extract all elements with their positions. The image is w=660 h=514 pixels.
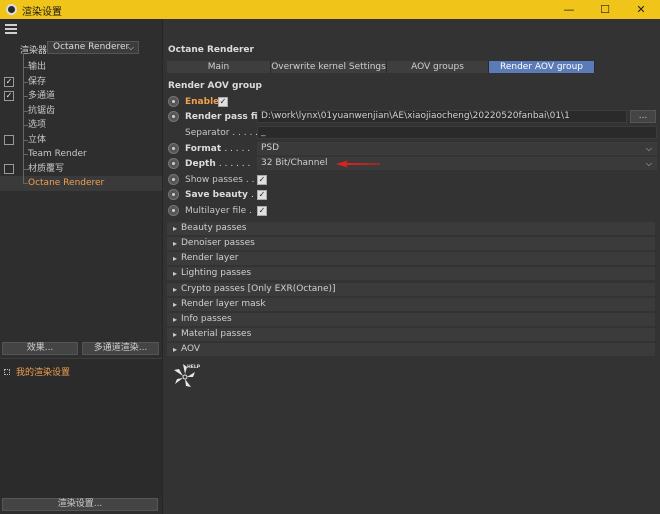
animate-radio-icon[interactable]	[168, 205, 179, 216]
preset-label: 我的渲染设置	[16, 368, 71, 378]
format-label: Format . . . . .	[185, 144, 251, 154]
group-info-passes[interactable]: Info passes	[167, 313, 655, 326]
tree-item-label: 保存	[22, 67, 47, 87]
render-settings-button[interactable]: 渲染设置...	[2, 498, 158, 511]
browse-button[interactable]: ...	[630, 110, 656, 123]
section-title: Render AOV group	[168, 81, 262, 91]
tab-aov-groups[interactable]: AOV groups	[387, 61, 489, 73]
group-beauty-passes[interactable]: Beauty passes	[167, 222, 655, 235]
tree-item-label: 抗锯齿	[22, 96, 56, 116]
depth-label: Depth . . . . . .	[185, 159, 251, 169]
group-lighting-passes[interactable]: Lighting passes	[167, 267, 655, 280]
chevron-down-icon: ⌵	[645, 159, 652, 168]
multipass-checkbox[interactable]: ✓	[4, 91, 14, 101]
separator-row: Separator . . . . . _	[168, 126, 658, 140]
render-pass-file-label: Render pass file	[185, 112, 267, 122]
preset-list: 我的渲染设置	[0, 358, 162, 498]
format-select[interactable]: PSD ⌵	[257, 142, 657, 155]
preset-icon	[4, 369, 10, 375]
tree-item-label: 立体	[22, 125, 47, 145]
effects-button[interactable]: 效果...	[2, 342, 78, 355]
right-panel: Octane Renderer Main Overwrite kernel Se…	[162, 19, 660, 514]
left-panel: 渲染器 Octane Renderer ⌵ 输出 ✓ 保存 ✓ 多通道 抗锯齿 …	[0, 19, 162, 514]
octane-help-logo-icon: HELP	[174, 364, 201, 387]
tree-item-label: Octane Renderer	[22, 169, 105, 188]
multipass-render-button[interactable]: 多通道渲染...	[82, 342, 159, 355]
tab-bar: Main Overwrite kernel Settings AOV group…	[167, 61, 655, 73]
render-pass-file-row: Render pass file D:\work\lynx\01yuanwenj…	[168, 110, 658, 124]
multilayer-file-checkbox[interactable]: ✓	[257, 206, 267, 216]
group-render-layer-mask[interactable]: Render layer mask	[167, 298, 655, 311]
chevron-down-icon: ⌵	[645, 144, 652, 153]
group-crypto-passes[interactable]: Crypto passes [Only EXR(Octane)]	[167, 283, 655, 296]
animate-radio-icon[interactable]	[168, 111, 179, 122]
animate-radio-icon[interactable]	[168, 143, 179, 154]
multilayer-file-label: Multilayer file .	[185, 206, 252, 216]
animate-radio-icon[interactable]	[168, 189, 179, 200]
animate-radio-icon[interactable]	[168, 96, 179, 107]
window-title: 渲染设置	[22, 7, 62, 18]
tree-item-label: 输出	[22, 53, 47, 72]
group-material-passes[interactable]: Material passes	[167, 328, 655, 341]
menu-icon[interactable]	[5, 24, 17, 34]
renderer-value: Octane Renderer	[53, 42, 130, 52]
maximize-button[interactable]: ☐	[588, 0, 622, 19]
tree-item-label: Team Render	[23, 140, 87, 159]
depth-row: Depth . . . . . . 32 Bit/Channel ⌵	[168, 157, 658, 171]
tree-item-label: 材质覆写	[22, 154, 65, 174]
show-passes-row: Show passes . . ✓	[168, 173, 658, 187]
separator-label: Separator . . . . .	[185, 128, 259, 138]
depth-value: 32 Bit/Channel	[261, 158, 328, 168]
tree-item-octane-renderer[interactable]: Octane Renderer	[0, 169, 162, 191]
animate-radio-icon[interactable]	[168, 158, 179, 169]
renderer-select[interactable]: Octane Renderer ⌵	[47, 41, 139, 54]
animate-radio-icon[interactable]	[168, 174, 179, 185]
title-bar: 渲染设置 — ☐ ✕	[0, 0, 660, 19]
tab-main[interactable]: Main	[167, 61, 271, 73]
show-passes-checkbox[interactable]: ✓	[257, 175, 267, 185]
stereo-checkbox[interactable]	[4, 134, 14, 145]
save-beauty-row: Save beauty . . ✓	[168, 188, 658, 202]
panel-title: Octane Renderer	[168, 45, 254, 55]
enable-row: Enable ✓	[168, 95, 658, 109]
help-icon[interactable]: HELP	[171, 362, 201, 392]
tree-item-label: 选项	[22, 111, 47, 130]
tab-overwrite-kernel-settings[interactable]: Overwrite kernel Settings	[271, 61, 387, 73]
enable-label: Enable	[185, 97, 220, 107]
show-passes-label: Show passes . .	[185, 175, 255, 185]
close-button[interactable]: ✕	[624, 0, 658, 19]
enable-checkbox[interactable]: ✓	[218, 97, 228, 107]
render-pass-file-input[interactable]: D:\work\lynx\01yuanwenjian\AE\xiaojiaoch…	[257, 110, 627, 123]
red-arrow-icon	[336, 160, 380, 168]
tab-render-aov-group[interactable]: Render AOV group	[489, 61, 595, 73]
minimize-button[interactable]: —	[552, 0, 586, 19]
multilayer-file-row: Multilayer file . ✓	[168, 204, 658, 218]
save-checkbox[interactable]: ✓	[4, 76, 14, 87]
group-denoiser-passes[interactable]: Denoiser passes	[167, 237, 655, 250]
material-override-checkbox[interactable]	[4, 163, 14, 174]
preset-item[interactable]: 我的渲染设置	[4, 365, 70, 378]
format-value: PSD	[261, 143, 280, 153]
save-beauty-label: Save beauty . .	[185, 190, 260, 200]
tree-item-label: 多通道	[22, 82, 56, 101]
svg-text:HELP: HELP	[187, 364, 201, 370]
chevron-down-icon: ⌵	[127, 43, 134, 52]
app-icon	[6, 4, 17, 15]
depth-select[interactable]: 32 Bit/Channel ⌵	[257, 157, 657, 170]
separator-input[interactable]: _	[257, 126, 657, 139]
format-row: Format . . . . . PSD ⌵	[168, 142, 658, 156]
group-render-layer[interactable]: Render layer	[167, 252, 655, 265]
settings-tree: 输出 ✓ 保存 ✓ 多通道 抗锯齿 选项 立体 Team Render 材质覆写…	[0, 53, 162, 191]
save-beauty-checkbox[interactable]: ✓	[257, 190, 267, 200]
group-aov[interactable]: AOV	[167, 343, 655, 356]
